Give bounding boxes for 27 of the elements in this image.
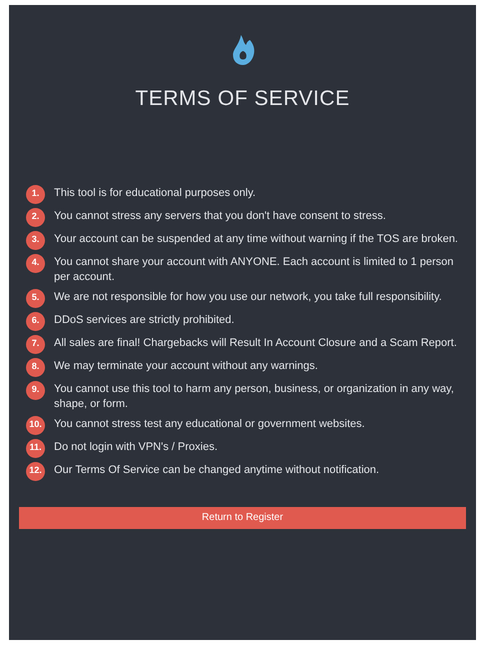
number-badge: 3. <box>26 230 45 250</box>
term-text: All sales are final! Chargebacks will Result In Account Closure and a Scam Report. <box>54 336 457 350</box>
page-title: TERMS OF SERVICE <box>135 86 350 112</box>
number-badge: 12. <box>26 462 45 480</box>
number-badge: 5. <box>26 288 45 308</box>
term-text: This tool is for educational purposes only. <box>54 186 256 200</box>
term-text: Your account can be suspended at any time without warning if the TOS are broken. <box>54 232 458 246</box>
term-text: We may terminate your account without any warnings. <box>54 358 318 374</box>
number-badge: 7. <box>26 334 45 354</box>
term-text: You cannot share your account with ANYONE. Each account is limited to 1 person per account. <box>54 254 454 284</box>
term-text: We are not responsible for how you use our network, you take full responsibility. <box>54 290 442 304</box>
number-badge: 2. <box>26 208 45 226</box>
number-badge: 11. <box>26 438 45 458</box>
number-badge: 1. <box>26 184 45 204</box>
number-badge: 8. <box>26 358 45 376</box>
term-text: Do not login with VPN's / Proxies. <box>54 440 218 454</box>
number-badge: 9. <box>26 380 45 400</box>
flame-icon <box>230 35 254 65</box>
return-to-register-button[interactable]: Return to Register <box>19 506 466 528</box>
number-badge: 10. <box>26 416 45 434</box>
number-badge: 6. <box>26 312 45 330</box>
term-text: You cannot stress any servers that you don't have consent to stress. <box>54 208 386 224</box>
term-text: Our Terms Of Service can be changed anytime without notification. <box>54 462 380 478</box>
term-text: DDoS services are strictly prohibited. <box>54 312 234 328</box>
number-badge: 4. <box>26 254 45 272</box>
term-text: You cannot stress test any educational or government websites. <box>54 416 365 432</box>
term-text: You cannot use this tool to harm any person, business, or organization in any way, shape, or form. <box>54 382 455 412</box>
